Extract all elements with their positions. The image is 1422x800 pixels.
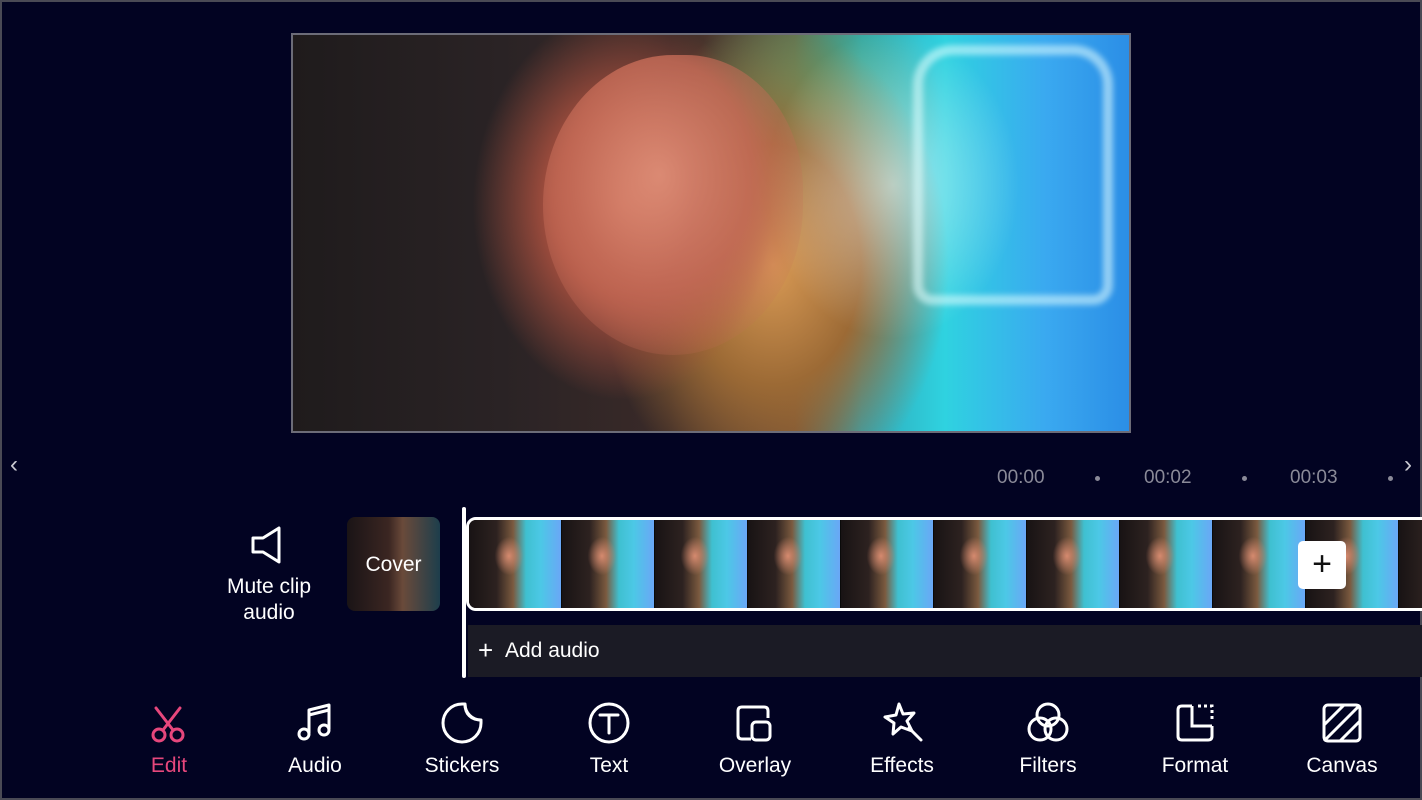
clip-thumbnail (841, 520, 934, 608)
clip-thumbnail (1120, 520, 1213, 608)
tool-filters-label: Filters (1019, 754, 1077, 777)
effects-icon (883, 702, 923, 742)
speaker-icon (251, 526, 281, 564)
timeline-dot (1388, 476, 1393, 481)
bottom-toolbar: Edit Audio Stickers Text Overlay Effects… (0, 700, 1422, 790)
mute-label-line2: audio (243, 601, 295, 624)
tool-stickers-label: Stickers (424, 754, 500, 777)
timeline-tick-1: 00:02 (1144, 467, 1192, 488)
add-clip-button[interactable]: + (1298, 541, 1346, 589)
clip-thumbnail (1027, 520, 1120, 608)
tool-filters[interactable]: Filters (983, 700, 1113, 778)
tool-text[interactable]: Text (544, 700, 674, 778)
canvas-icon (1322, 703, 1362, 743)
clip-thumbnail (748, 520, 841, 608)
clip-thumbnail (1399, 520, 1422, 608)
scroll-left-icon[interactable]: ‹ (4, 452, 24, 478)
tool-canvas-label: Canvas (1306, 754, 1378, 777)
mute-label-line1: Mute clip (226, 575, 312, 598)
scissors-icon (151, 706, 185, 743)
video-preview[interactable] (291, 33, 1131, 433)
tool-audio[interactable]: Audio (250, 700, 380, 778)
tool-stickers[interactable]: Stickers (397, 700, 527, 778)
clip-thumbnail (469, 520, 562, 608)
cover-thumbnail[interactable]: Cover (347, 517, 440, 611)
tool-audio-label: Audio (288, 754, 342, 777)
mute-clip-audio-button[interactable]: Mute clip audio (208, 524, 330, 626)
tool-canvas[interactable]: Canvas (1277, 700, 1407, 778)
tool-format[interactable]: Format (1130, 700, 1260, 778)
timeline-tick-2: 00:03 (1290, 467, 1338, 488)
tool-effects[interactable]: Effects (837, 700, 967, 778)
add-audio-button[interactable]: + Add audio (468, 625, 1422, 677)
tool-edit-label: Edit (150, 754, 188, 777)
tool-edit[interactable]: Edit (104, 700, 234, 778)
clip-thumbnail (562, 520, 655, 608)
clip-thumbnail (1213, 520, 1306, 608)
cover-label: Cover (365, 553, 422, 576)
music-note-icon (297, 703, 331, 741)
playhead[interactable] (462, 507, 466, 678)
timeline-dot (1242, 476, 1247, 481)
timeline-tick-0: 00:00 (997, 467, 1045, 488)
tool-overlay-label: Overlay (718, 754, 792, 777)
clip-thumbnail (655, 520, 748, 608)
plus-icon: + (478, 635, 494, 665)
video-clip-strip[interactable] (466, 517, 1422, 611)
filters-icon (1027, 702, 1069, 742)
tool-format-label: Format (1161, 754, 1229, 777)
timeline-dot (1095, 476, 1100, 481)
preview-image-subject (543, 55, 803, 355)
tool-effects-label: Effects (870, 754, 934, 777)
overlay-icon (736, 705, 772, 742)
text-icon (588, 702, 630, 744)
tool-text-label: Text (589, 754, 629, 777)
tool-overlay[interactable]: Overlay (690, 700, 820, 778)
sticker-icon (441, 702, 483, 744)
add-audio-label: Add audio (505, 639, 600, 662)
preview-image-neon (913, 45, 1113, 305)
clip-thumbnail (934, 520, 1027, 608)
scroll-right-icon[interactable]: › (1398, 452, 1418, 478)
format-icon (1176, 704, 1214, 742)
